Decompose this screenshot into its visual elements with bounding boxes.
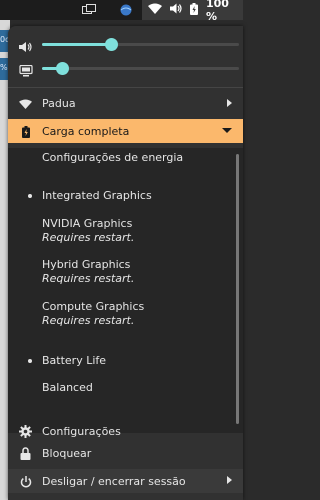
graphics-option-note: Requires restart. xyxy=(42,272,135,285)
graphics-option-label: NVIDIA Graphics xyxy=(42,217,133,230)
volume-icon xyxy=(170,3,182,17)
volume-slider-row xyxy=(8,32,243,56)
top-bar: 100 % xyxy=(0,0,243,23)
volume-slider-handle[interactable] xyxy=(104,38,118,51)
separator xyxy=(8,87,243,88)
lock-menu-item[interactable]: Bloquear xyxy=(8,442,243,464)
wifi-menu-item[interactable]: Padua xyxy=(8,92,243,114)
speaker-icon xyxy=(19,38,33,52)
battery-icon xyxy=(190,2,198,18)
chevron-right-icon xyxy=(227,476,232,484)
settings-menu-item[interactable]: Configurações xyxy=(8,420,243,442)
wifi-icon xyxy=(19,97,32,110)
wifi-label: Padua xyxy=(42,96,76,110)
ball-icon[interactable] xyxy=(120,0,132,20)
graphics-option-note: Requires restart. xyxy=(42,314,135,327)
selected-dot-icon xyxy=(28,359,32,363)
power-off-menu-item[interactable]: Desligar / encerrar sessão xyxy=(8,469,243,493)
brightness-slider-handle[interactable] xyxy=(55,62,69,75)
lock-label: Bloquear xyxy=(42,446,92,460)
graphics-option-integrated[interactable]: Integrated Graphics xyxy=(42,189,152,203)
power-icon xyxy=(19,475,32,488)
profile-option-balanced[interactable]: Balanced xyxy=(42,381,93,395)
battery-icon xyxy=(19,125,32,138)
settings-label: Configurações xyxy=(42,424,121,438)
graphics-option-note: Requires restart. xyxy=(42,231,135,244)
wifi-icon xyxy=(148,3,162,17)
power-label: Carga completa xyxy=(42,124,130,138)
window-icon[interactable] xyxy=(82,0,96,20)
submenu-scrollbar[interactable] xyxy=(236,154,239,424)
brightness-slider-row xyxy=(8,56,243,80)
power-submenu: Configurações de energia Integrated Grap… xyxy=(8,148,243,433)
graphics-option-hybrid[interactable]: Hybrid Graphics Requires restart. xyxy=(42,258,134,286)
profile-option-battery-life[interactable]: Battery Life xyxy=(42,354,106,368)
graphics-option-label: Hybrid Graphics xyxy=(42,258,131,271)
chevron-right-icon xyxy=(227,99,232,107)
graphics-option-nvidia[interactable]: NVIDIA Graphics Requires restart. xyxy=(42,217,134,245)
gear-icon xyxy=(19,425,32,438)
battery-percent: 100 % xyxy=(206,0,229,23)
graphics-option-label: Compute Graphics xyxy=(42,300,145,313)
display-icon xyxy=(19,62,33,77)
graphics-option-compute[interactable]: Compute Graphics Requires restart. xyxy=(42,300,144,328)
volume-slider[interactable] xyxy=(42,38,239,51)
power-off-label: Desligar / encerrar sessão xyxy=(42,474,186,488)
chevron-down-icon xyxy=(222,128,232,133)
system-menu: Padua Carga completa Configurações de en… xyxy=(8,26,243,500)
lock-icon xyxy=(19,447,32,460)
energy-settings-item[interactable]: Configurações de energia xyxy=(42,151,183,165)
system-status-button[interactable]: 100 % xyxy=(142,0,243,23)
background-window-text: % xyxy=(0,63,8,72)
brightness-slider[interactable] xyxy=(42,62,239,75)
power-menu-item[interactable]: Carga completa xyxy=(8,119,243,143)
volume-slider-fill xyxy=(42,43,111,46)
selected-dot-icon xyxy=(28,194,32,198)
